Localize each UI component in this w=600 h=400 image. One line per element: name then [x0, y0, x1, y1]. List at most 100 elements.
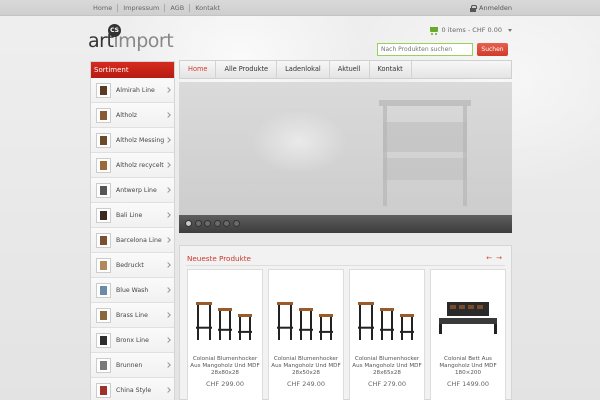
sidebar-item-label: Altholz recycelt: [116, 161, 164, 169]
slider-dot[interactable]: [232, 220, 240, 227]
category-thumbnail: [96, 182, 111, 198]
chevron-down-icon: [508, 28, 512, 32]
carousel-arrows: ← →: [486, 255, 502, 262]
product-price: CHF 1499.00: [446, 380, 490, 388]
nav-item-alle-produkte[interactable]: Alle Produkte: [216, 61, 278, 78]
sidebar-item[interactable]: Bedruckt: [91, 253, 174, 278]
sidebar-item[interactable]: Altholz recycelt: [91, 153, 174, 178]
chevron-right-icon: [165, 237, 171, 243]
category-thumbnail: [96, 307, 111, 323]
sidebar-item[interactable]: Antwerp Line: [91, 178, 174, 203]
product-card[interactable]: Colonial Bett Aus Mangoholz Und MDF 180×…: [430, 269, 506, 400]
product-image[interactable]: [435, 280, 501, 340]
sidebar-item-label: Bronx Line: [116, 336, 149, 344]
sidebar-item-label: China Style: [116, 386, 152, 394]
product-card[interactable]: Colonial Blumenhocker Aus Mangoholz Und …: [268, 269, 344, 400]
chevron-right-icon: [165, 187, 171, 193]
sidebar-item[interactable]: Altholz: [91, 103, 174, 128]
cart-summary[interactable]: 0 items - CHF 0.00: [429, 26, 512, 35]
category-thumbnail: [96, 357, 111, 373]
sidebar-item[interactable]: Almirah Line: [91, 78, 174, 103]
sidebar-item-label: Bali Line: [116, 211, 143, 219]
sidebar-item[interactable]: Bronx Line: [91, 328, 174, 353]
sidebar-title: Sortiment: [91, 62, 174, 78]
site-logo[interactable]: artimport: [88, 30, 174, 52]
sidebar-item[interactable]: Brunnen: [91, 353, 174, 378]
search-button[interactable]: Suchen: [477, 43, 508, 56]
chevron-right-icon: [165, 162, 171, 168]
slide-image: [179, 82, 512, 215]
sidebar-item-label: Blue Wash: [116, 286, 149, 294]
product-image[interactable]: [192, 280, 258, 340]
sidebar-item-label: Almirah Line: [116, 86, 155, 94]
chevron-right-icon: [165, 112, 171, 118]
product-name[interactable]: Colonial Blumenhocker Aus Mangoholz Und …: [271, 356, 341, 377]
sidebar-item[interactable]: Blue Wash: [91, 278, 174, 303]
slider-dot[interactable]: [194, 220, 202, 227]
product-image[interactable]: [354, 280, 420, 340]
chevron-right-icon: [165, 287, 171, 293]
category-thumbnail: [96, 382, 111, 398]
sidebar-item-label: Antwerp Line: [116, 186, 157, 194]
sidebar-item-label: Altholz: [116, 111, 138, 119]
product-name[interactable]: Colonial Blumenhocker Aus Mangoholz Und …: [190, 356, 260, 377]
lock-icon: [470, 5, 478, 12]
category-thumbnail: [96, 257, 111, 273]
main-nav: Home Alle Produkte Ladenlokal Aktuell Ko…: [179, 60, 512, 79]
product-name[interactable]: Colonial Blumenhocker Aus Mangoholz Und …: [352, 356, 422, 377]
logo-badge: CS: [108, 24, 121, 37]
category-thumbnail: [96, 282, 111, 298]
top-link-kontakt[interactable]: Kontakt: [189, 4, 225, 12]
divider: [186, 265, 505, 266]
login-label: Anmelden: [479, 4, 512, 12]
cart-label: 0 items - CHF 0.00: [441, 26, 502, 34]
nav-item-aktuell[interactable]: Aktuell: [330, 61, 370, 78]
chevron-right-icon: [165, 212, 171, 218]
chevron-right-icon: [165, 337, 171, 343]
sidebar-item-label: Barcelona Line: [116, 236, 162, 244]
cart-icon: [429, 26, 439, 35]
arrow-left-icon[interactable]: ←: [486, 255, 492, 262]
product-price: CHF 299.00: [206, 380, 244, 388]
top-links: Home Impressum AGB Kontakt: [92, 4, 225, 12]
slider-dot[interactable]: [185, 220, 192, 227]
category-thumbnail: [96, 207, 111, 223]
category-thumbnail: [96, 332, 111, 348]
nav-item-home[interactable]: Home: [180, 61, 217, 78]
sidebar-item[interactable]: Brass Line: [91, 303, 174, 328]
slider-dot[interactable]: [223, 220, 230, 227]
products-title: Neueste Produkte: [187, 254, 251, 263]
category-thumbnail: [96, 107, 111, 123]
category-thumbnail: [96, 157, 111, 173]
sidebar-item[interactable]: China Style: [91, 378, 174, 400]
top-link-agb[interactable]: AGB: [164, 4, 189, 12]
top-bar: Home Impressum AGB Kontakt Anmelden: [0, 0, 600, 16]
nav-item-ladenlokal[interactable]: Ladenlokal: [277, 61, 330, 78]
sidebar-item[interactable]: Bali Line: [91, 203, 174, 228]
product-card[interactable]: Colonial Blumenhocker Aus Mangoholz Und …: [349, 269, 425, 400]
logo-text-import: import: [113, 30, 174, 52]
top-link-home[interactable]: Home: [92, 4, 117, 12]
slider-controls: [179, 215, 512, 233]
slider-dot[interactable]: [204, 220, 211, 227]
search-input[interactable]: [377, 43, 473, 56]
product-card[interactable]: Colonial Blumenhocker Aus Mangoholz Und …: [187, 269, 263, 400]
newest-products: Neueste Produkte ← → Colonial Blumenhock…: [179, 245, 512, 400]
chevron-right-icon: [165, 387, 171, 393]
sidebar-item[interactable]: Altholz Messing: [91, 128, 174, 153]
login-link[interactable]: Anmelden: [470, 4, 512, 12]
chevron-right-icon: [165, 137, 171, 143]
chevron-right-icon: [165, 87, 171, 93]
top-link-impressum[interactable]: Impressum: [117, 4, 164, 12]
category-sidebar: Sortiment Almirah Line Altholz Altholz Mes…: [90, 61, 175, 400]
nav-item-kontakt[interactable]: Kontakt: [370, 61, 412, 78]
chevron-right-icon: [165, 262, 171, 268]
hero-slider: [179, 82, 512, 233]
sidebar-item-label: Brunnen: [116, 361, 143, 369]
product-image[interactable]: [273, 280, 339, 340]
arrow-right-icon[interactable]: →: [496, 255, 502, 262]
slider-dot[interactable]: [213, 220, 221, 227]
product-name[interactable]: Colonial Bett Aus Mangoholz Und MDF 180×…: [433, 356, 503, 377]
sidebar-item[interactable]: Barcelona Line: [91, 228, 174, 253]
product-price: CHF 249.00: [287, 380, 325, 388]
